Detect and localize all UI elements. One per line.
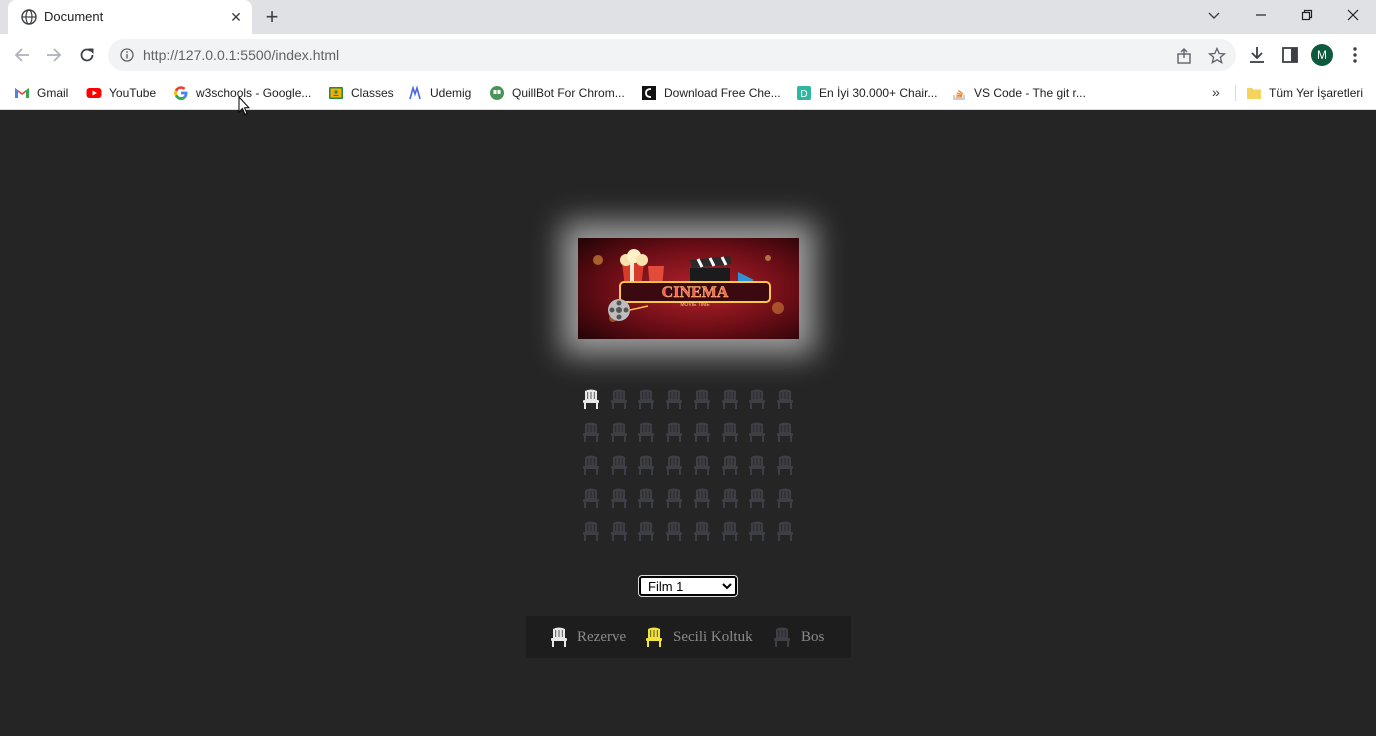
star-icon[interactable] <box>1208 47 1226 65</box>
more-menu-icon[interactable] <box>1345 45 1365 65</box>
seat-empty[interactable] <box>693 389 711 409</box>
download-icon[interactable] <box>1247 45 1267 65</box>
back-button[interactable] <box>9 42 35 68</box>
seat-empty[interactable] <box>693 422 711 442</box>
seat-empty[interactable] <box>693 455 711 475</box>
movie-select[interactable]: Film 1 <box>638 575 738 597</box>
arrow-left-icon <box>14 48 29 62</box>
seat-empty[interactable] <box>721 488 739 508</box>
seat-empty[interactable] <box>721 422 739 442</box>
seat-empty[interactable] <box>776 389 794 409</box>
seat-empty[interactable] <box>610 488 628 508</box>
legend-selected-label: Secili Koltuk <box>673 629 753 645</box>
bookmarks-separator <box>1235 85 1236 101</box>
seat-empty[interactable] <box>776 488 794 508</box>
poster-title: CINEMA <box>662 284 729 301</box>
chevron-down-icon <box>1208 12 1220 19</box>
udemig-icon <box>409 85 421 100</box>
folder-icon <box>1247 88 1261 99</box>
seat-empty[interactable] <box>610 389 628 409</box>
profile-avatar[interactable]: M <box>1311 44 1333 66</box>
minimize-icon <box>1256 14 1266 16</box>
tab-strip: Document ✕ + <box>0 0 1376 34</box>
seat-legend: Rezerve Secili Koltuk Bos <box>526 616 851 658</box>
seat-empty[interactable] <box>748 422 766 442</box>
seat-empty[interactable] <box>721 389 739 409</box>
seat-empty[interactable] <box>637 422 655 442</box>
reload-icon <box>80 48 94 62</box>
globe-icon <box>21 9 37 25</box>
seat-empty[interactable] <box>748 455 766 475</box>
page-content: CINEMA MOVIE TIME Film 1 Rezerve Secili … <box>0 111 1376 736</box>
seat-empty[interactable] <box>610 422 628 442</box>
seat-empty[interactable] <box>693 488 711 508</box>
seat-empty[interactable] <box>665 422 683 442</box>
legend-empty-seat-icon <box>773 627 791 647</box>
classroom-icon <box>329 87 343 99</box>
seat-empty[interactable] <box>637 389 655 409</box>
svg-text:D: D <box>800 89 807 100</box>
seat-empty[interactable] <box>582 488 600 508</box>
seat-empty[interactable] <box>637 455 655 475</box>
dribbble-icon: D <box>797 86 811 100</box>
browser-tab[interactable]: Document ✕ <box>8 0 252 34</box>
seat-empty[interactable] <box>721 521 739 541</box>
legend-reserved-label: Rezerve <box>577 629 627 645</box>
seat-empty[interactable] <box>776 455 794 475</box>
bookmarks-overflow-button[interactable]: » <box>1212 84 1220 100</box>
gmail-icon <box>15 88 29 98</box>
seat-empty[interactable] <box>610 521 628 541</box>
stackoverflow-icon <box>953 89 965 100</box>
restore-button[interactable] <box>1284 0 1330 30</box>
info-icon[interactable] <box>120 48 134 62</box>
cinema-poster: CINEMA MOVIE TIME <box>578 238 799 339</box>
close-icon <box>1347 9 1359 21</box>
seat-empty[interactable] <box>748 488 766 508</box>
seat-empty[interactable] <box>582 521 600 541</box>
seat-empty[interactable] <box>665 521 683 541</box>
address-bar[interactable]: http://127.0.0.1:5500/index.html <box>108 39 1236 71</box>
arrow-right-icon <box>47 48 62 62</box>
forward-button[interactable] <box>41 42 67 68</box>
reload-button[interactable] <box>74 42 100 68</box>
share-icon[interactable] <box>1175 47 1193 65</box>
seat-empty[interactable] <box>637 488 655 508</box>
legend-reserved-seat-icon <box>550 627 568 647</box>
mouse-cursor-icon <box>238 96 250 116</box>
legend-empty-label: Bos <box>801 629 825 645</box>
seat-empty[interactable] <box>693 521 711 541</box>
seat-reserved <box>582 389 600 409</box>
seat-empty[interactable] <box>776 521 794 541</box>
close-window-button[interactable] <box>1330 0 1376 30</box>
new-tab-button[interactable]: + <box>259 5 285 29</box>
seat-empty[interactable] <box>665 389 683 409</box>
seat-empty[interactable] <box>776 422 794 442</box>
tab-search-button[interactable] <box>1191 0 1237 30</box>
minimize-button[interactable] <box>1238 0 1284 30</box>
bookmarks-bar: Gmail YouTube w3schools - Google... Clas… <box>0 76 1376 110</box>
poster-subtitle: MOVIE TIME <box>680 302 710 308</box>
browser-toolbar: http://127.0.0.1:5500/index.html M <box>0 34 1376 76</box>
tab-title: Document <box>44 9 104 24</box>
seat-empty[interactable] <box>665 455 683 475</box>
restore-icon <box>1301 9 1313 21</box>
seat-empty[interactable] <box>582 422 600 442</box>
chevrolet-icon <box>642 86 656 100</box>
tab-close-button[interactable]: ✕ <box>226 7 246 27</box>
seat-empty[interactable] <box>748 521 766 541</box>
google-icon <box>174 86 188 100</box>
quillbot-icon <box>490 86 504 100</box>
youtube-icon <box>86 88 102 98</box>
seat-empty[interactable] <box>582 455 600 475</box>
legend-selected-seat-icon <box>645 627 663 647</box>
seat-empty[interactable] <box>721 455 739 475</box>
url-text[interactable]: http://127.0.0.1:5500/index.html <box>143 47 339 63</box>
seat-empty[interactable] <box>748 389 766 409</box>
seat-empty[interactable] <box>610 455 628 475</box>
seat-empty[interactable] <box>665 488 683 508</box>
seat-empty[interactable] <box>637 521 655 541</box>
side-panel-icon[interactable] <box>1280 45 1300 65</box>
